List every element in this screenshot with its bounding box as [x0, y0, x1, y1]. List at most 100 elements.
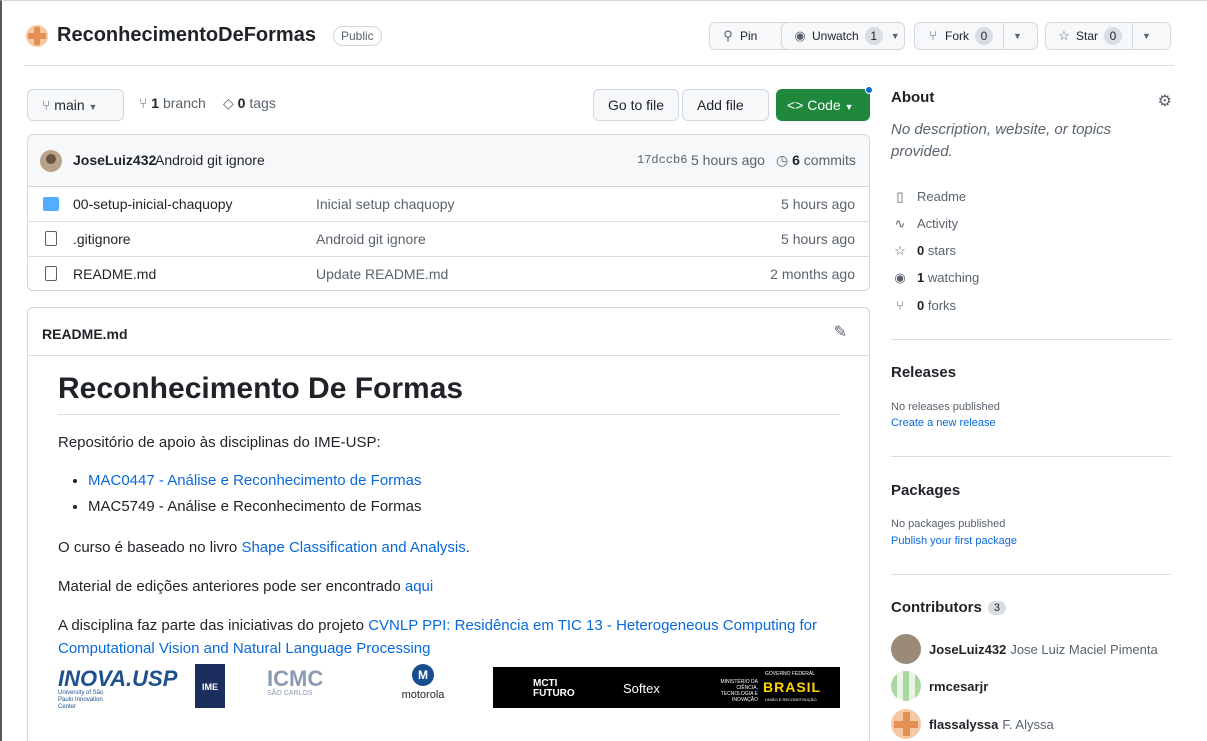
file-age: 2 months ago: [770, 266, 855, 282]
edit-pencil-icon[interactable]: ✎: [834, 322, 847, 342]
file-commit-message[interactable]: Android git ignore: [316, 231, 426, 247]
book-link[interactable]: Shape Classification and Analysis: [241, 539, 465, 556]
go-to-file-button[interactable]: Go to file: [593, 89, 680, 121]
visibility-badge: Public: [333, 26, 382, 46]
commit-word: commits: [803, 152, 856, 168]
sponsor-logos: INOVA.USP University of São Paulo Innova…: [58, 664, 840, 711]
readme-file-title[interactable]: README.md: [42, 326, 128, 342]
unwatch-button[interactable]: ◉ Unwatch 1 ▼: [781, 22, 905, 50]
fork-caret-icon[interactable]: ▼: [1003, 23, 1031, 49]
avatar[interactable]: [891, 671, 921, 701]
contributor-item[interactable]: JoseLuiz432 Jose Luiz Maciel Pimenta: [891, 634, 1158, 664]
inova-usp-logo: INOVA.USP University of São Paulo Innova…: [58, 668, 177, 711]
contributor-login[interactable]: rmcesarjr: [929, 679, 988, 694]
forks-link[interactable]: ⑂ 0 forks: [891, 298, 956, 313]
contributor-item[interactable]: flassalyssa F. Alyssa: [891, 709, 1054, 739]
code-caret-icon: ▼: [844, 102, 854, 112]
readme-heading: Reconhecimento De Formas: [58, 372, 840, 415]
activity-label: Activity: [917, 216, 959, 231]
code-button[interactable]: <> Code ▼: [776, 89, 870, 121]
brasil-logo-text: BRASIL: [763, 679, 822, 695]
gov-sub-text: UNIÃO E RECONSTRUÇÃO: [765, 697, 817, 702]
contributors-header[interactable]: Contributors 3: [891, 599, 1006, 616]
contributor-login[interactable]: flassalyssa: [929, 717, 998, 732]
star-caret-icon[interactable]: ▼: [1132, 23, 1160, 49]
file-commit-message[interactable]: Inicial setup chaquopy: [316, 196, 455, 212]
book-text: O curso é baseado no livro: [58, 539, 242, 556]
releases-heading[interactable]: Releases: [891, 364, 956, 381]
file-row[interactable]: README.md Update README.md 2 months ago: [28, 257, 869, 290]
watching-word: watching: [927, 270, 980, 285]
avatar[interactable]: [891, 709, 921, 739]
watching-count: 1: [917, 270, 925, 285]
branch-select[interactable]: ⑂ main ▼: [27, 89, 124, 121]
file-row[interactable]: .gitignore Android git ignore 5 hours ag…: [28, 222, 869, 257]
stars-word: stars: [927, 243, 957, 258]
readme-panel: README.md ✎ Reconhecimento De Formas Rep…: [27, 307, 870, 741]
commit-author[interactable]: JoseLuiz432: [73, 152, 156, 168]
star-icon: ☆: [894, 243, 906, 258]
create-release-link[interactable]: Create a new release: [891, 417, 996, 429]
file-browser: JoseLuiz432 Android git ignore 17dccb6 5…: [27, 134, 870, 291]
contributors-count: 3: [987, 600, 1006, 615]
contributor-login[interactable]: JoseLuiz432: [929, 642, 1006, 657]
project-text: A disciplina faz parte das iniciativas d…: [58, 617, 369, 634]
fork-icon: ⑂: [929, 28, 937, 43]
tags-link[interactable]: ◇ 0 tags: [223, 95, 276, 112]
about-description: No description, website, or topics provi…: [891, 121, 1112, 160]
branch-icon: ⑂: [42, 97, 51, 113]
avatar[interactable]: [891, 634, 921, 664]
book-icon: ▯: [896, 189, 904, 204]
branch-caret-icon: ▼: [88, 102, 98, 112]
unwatch-caret-icon[interactable]: ▼: [891, 23, 900, 49]
fork-label: Fork: [945, 29, 969, 43]
commit-author-avatar[interactable]: [40, 150, 62, 172]
file-name[interactable]: .gitignore: [73, 231, 131, 247]
course-link[interactable]: MAC0447 - Análise e Reconhecimento de Fo…: [88, 472, 422, 489]
fork-button[interactable]: ⑂ Fork 0 ▼: [914, 22, 1038, 50]
tag-icon: ◇: [223, 95, 234, 111]
branch-count: 1: [151, 95, 160, 111]
readme-content: Reconhecimento De Formas Repositório de …: [58, 372, 840, 660]
packages-heading[interactable]: Packages: [891, 482, 960, 499]
file-row[interactable]: 00-setup-inicial-chaquopy Inicial setup …: [28, 187, 869, 222]
branches-link[interactable]: ⑂ 1 branch: [139, 95, 206, 111]
folder-icon: [43, 197, 59, 211]
history-icon: ◷: [776, 152, 789, 168]
unwatch-label: Unwatch: [812, 29, 859, 43]
commit-message[interactable]: Android git ignore: [155, 152, 265, 168]
stars-link[interactable]: ☆ 0 stars: [891, 243, 956, 259]
commit-hash[interactable]: 17dccb6: [637, 153, 687, 167]
repo-name[interactable]: ReconhecimentoDeFormas: [57, 24, 316, 47]
file-icon: [45, 231, 57, 246]
add-file-button[interactable]: Add file ▼: [682, 89, 769, 142]
settings-gear-icon[interactable]: ⚙: [1158, 91, 1172, 111]
commit-history-link[interactable]: ◷ 6 commits: [776, 152, 856, 169]
branch-count-icon: ⑂: [139, 95, 148, 111]
activity-link[interactable]: ∿ Activity: [891, 216, 959, 232]
readme-link[interactable]: ▯ Readme: [891, 189, 966, 205]
watching-link[interactable]: ◉ 1 watching: [891, 270, 979, 286]
star-icon: ☆: [1058, 28, 1070, 43]
pulse-icon: ∿: [894, 216, 906, 231]
book-suffix: .: [465, 539, 470, 556]
releases-empty: No releases published: [891, 401, 1000, 413]
file-commit-message[interactable]: Update README.md: [316, 266, 448, 282]
contributor-item[interactable]: rmcesarjr: [891, 671, 992, 701]
icmc-logo-sub: SÃO CARLOS: [267, 690, 313, 697]
star-button[interactable]: ☆ Star 0 ▼: [1045, 22, 1171, 50]
government-banner: MCTI FUTURO Softex MINISTÉRIO DA CIÊNCIA…: [493, 667, 840, 708]
file-name[interactable]: 00-setup-inicial-chaquopy: [73, 196, 233, 212]
eye-icon: ◉: [894, 270, 906, 285]
repo-owner-avatar[interactable]: [26, 25, 48, 47]
list-item: MAC0447 - Análise e Reconhecimento de Fo…: [88, 468, 840, 494]
fork-count: 0: [975, 27, 993, 45]
ministerio-text: MINISTÉRIO DA CIÊNCIA, TECNOLOGIA E INOV…: [720, 679, 758, 703]
material-text: Material de edições anteriores pode ser …: [58, 578, 405, 595]
publish-package-link[interactable]: Publish your first package: [891, 535, 1017, 547]
ime-logo-text: IME: [201, 682, 218, 692]
file-name[interactable]: README.md: [73, 266, 156, 282]
material-link[interactable]: aqui: [405, 578, 433, 595]
readme-project-paragraph: A disciplina faz parte das iniciativas d…: [58, 614, 840, 660]
notification-dot: [865, 86, 873, 94]
